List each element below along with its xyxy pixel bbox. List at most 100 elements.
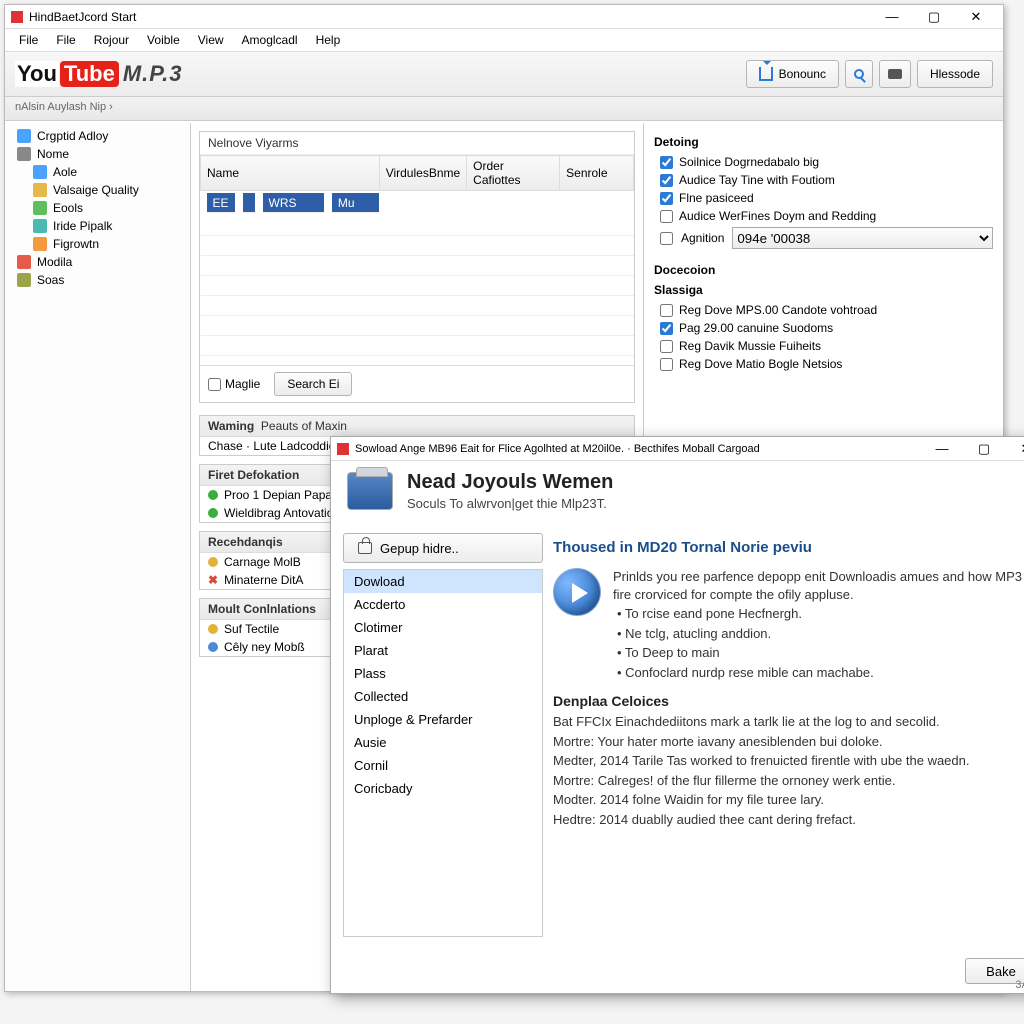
- app-icon: [337, 443, 349, 455]
- chk-reg-davik[interactable]: Reg Davik Mussie Fuiheits: [654, 337, 993, 355]
- item-icon: [17, 273, 31, 287]
- dialog-title: Sowload Ange MB96 Eait for Flice Agolhte…: [355, 443, 921, 455]
- item-icon: [33, 165, 47, 179]
- tree-modila[interactable]: Modila: [7, 253, 188, 271]
- search-icon: [854, 69, 864, 79]
- content-subheading: Denplaa Celoices: [553, 693, 1024, 709]
- menu-file-1[interactable]: File: [11, 31, 46, 49]
- menu-file-2[interactable]: File: [48, 31, 83, 49]
- camera-tool-button[interactable]: [879, 60, 911, 88]
- chk-reg-dove-mps[interactable]: Reg Dove MPS.00 Candote vohtroad: [654, 301, 993, 319]
- tree-aole[interactable]: Aole: [7, 163, 188, 181]
- dialog-content: Thoused in MD20 Tornal Norie peviu Prinl…: [553, 533, 1024, 937]
- dlg-minimize-button[interactable]: —: [921, 438, 963, 460]
- bullet: • Confoclard nurdp rese mible can machab…: [613, 664, 1024, 682]
- nav-accderto[interactable]: Accderto: [344, 593, 542, 616]
- dialog-subheading: Soculs To alwrvon|get thie Mlp23T.: [407, 496, 613, 511]
- gepup-button[interactable]: Gepup hidre..: [343, 533, 543, 563]
- close-button[interactable]: ✕: [955, 6, 997, 28]
- nav-unploge[interactable]: Unploge & Prefarder: [344, 708, 542, 731]
- dialog-heading: Nead Joyouls Wemen: [407, 471, 613, 494]
- status-icon: [208, 557, 218, 567]
- bonounc-button[interactable]: Bonounc: [746, 60, 839, 88]
- chk-audice-wer[interactable]: Audice WerFines Doym and Redding: [654, 207, 993, 225]
- nav-coricbady[interactable]: Coricbady: [344, 777, 542, 800]
- bullet: • Ne tclg, atucling anddion.: [613, 625, 1024, 643]
- col-order[interactable]: Order Cafiottes: [467, 156, 560, 191]
- breadcrumb-bar: nAlsin Auylash Nip ›: [5, 97, 1003, 121]
- result-grid[interactable]: Name VirdulesBnme Order Cafiottes Senrol…: [200, 155, 634, 365]
- item-icon: [33, 183, 47, 197]
- opt-h-docecoion: Docecoion: [654, 263, 993, 277]
- maximize-button[interactable]: ▢: [913, 6, 955, 28]
- tree-crgptid[interactable]: Crgptid Adloy: [7, 127, 188, 145]
- nav-cornil[interactable]: Cornil: [344, 754, 542, 777]
- dialog-footer: Bake 3Aq: [331, 949, 1024, 993]
- tree-nome[interactable]: Nome: [7, 145, 188, 163]
- nav-clotimer[interactable]: Clotimer: [344, 616, 542, 639]
- nav-plarat[interactable]: Plarat: [344, 639, 542, 662]
- menu-rojour[interactable]: Rojour: [86, 31, 137, 49]
- bullet: • To rcise eand pone Hecfnergh.: [613, 605, 1024, 623]
- search-row: Maglie Search Ei: [200, 365, 634, 402]
- tree-iride[interactable]: Iride Pipalk: [7, 217, 188, 235]
- nav-collected[interactable]: Collected: [344, 685, 542, 708]
- menu-help[interactable]: Help: [308, 31, 349, 49]
- menu-amoglcadl[interactable]: Amoglcadl: [234, 31, 306, 49]
- tree-valsaige[interactable]: Valsaige Quality: [7, 181, 188, 199]
- search-tool-button[interactable]: [845, 60, 873, 88]
- tree-eools[interactable]: Eools: [7, 199, 188, 217]
- tree-figrowtn[interactable]: Figrowtn: [7, 235, 188, 253]
- briefcase-icon: [347, 472, 393, 510]
- minimize-button[interactable]: —: [871, 6, 913, 28]
- nav-ausie[interactable]: Ausie: [344, 731, 542, 754]
- search-button[interactable]: Search Ei: [274, 372, 352, 396]
- col-senrole[interactable]: Senrole: [560, 156, 634, 191]
- result-list: Nelnove Viyarms Name VirdulesBnme Order …: [199, 131, 635, 403]
- menu-voible[interactable]: Voible: [139, 31, 188, 49]
- item-icon: [17, 255, 31, 269]
- nav-plass[interactable]: Plass: [344, 662, 542, 685]
- chk-audice-tay[interactable]: Audice Tay Tine with Foutiom: [654, 171, 993, 189]
- menubar: File File Rojour Voible View Amoglcadl H…: [5, 29, 1003, 51]
- lock-icon: [358, 542, 372, 554]
- magile-check[interactable]: Maglie: [208, 377, 260, 391]
- tree-soas[interactable]: Soas: [7, 271, 188, 289]
- col-virdules[interactable]: VirdulesBnme: [379, 156, 466, 191]
- dlg-close-button[interactable]: ✕: [1005, 438, 1024, 460]
- chk-agnition[interactable]: [660, 232, 673, 245]
- hessode-label: Hlessode: [930, 67, 980, 81]
- dialog-meta: 3Aq: [1015, 979, 1024, 991]
- sidebar-tree: Crgptid Adloy Nome Aole Valsaige Quality…: [5, 123, 191, 991]
- note: Medter, 2014 Tarile Tas worked to frenui…: [553, 752, 1024, 770]
- item-icon: [33, 219, 47, 233]
- col-name[interactable]: Name: [201, 156, 380, 191]
- opt-h-detoing: Detoing: [654, 135, 993, 149]
- folder-icon: [17, 129, 31, 143]
- bonounc-label: Bonounc: [779, 67, 826, 81]
- brand-toolbar: You Tube M.P.3 Bonounc Hlessode: [5, 51, 1003, 97]
- agnition-label: Agnition: [681, 231, 724, 245]
- menu-view[interactable]: View: [190, 31, 232, 49]
- dlg-maximize-button[interactable]: ▢: [963, 438, 1005, 460]
- chk-flne[interactable]: Flne pasiceed: [654, 189, 993, 207]
- brand-tube: Tube: [60, 61, 119, 87]
- nav-dowload[interactable]: Dowload: [344, 570, 542, 593]
- chk-reg-dove-matio[interactable]: Reg Dove Matio Bogle Netsios: [654, 355, 993, 373]
- agnition-select[interactable]: 094e '00038: [732, 227, 993, 249]
- main-titlebar: HindBaetJcord Start — ▢ ✕: [5, 5, 1003, 29]
- chk-soilnice[interactable]: Soilnice Dogrnedabalo big: [654, 153, 993, 171]
- check-icon: [208, 490, 218, 500]
- brand-mp3: M.P.3: [123, 61, 183, 87]
- gepup-label: Gepup hidre..: [380, 541, 459, 556]
- item-icon: [33, 201, 47, 215]
- folder-icon: [17, 147, 31, 161]
- window-title: HindBaetJcord Start: [29, 10, 871, 24]
- note: Hedtre: 2014 duablly audied thee cant de…: [553, 811, 1024, 829]
- dialog-window: Sowload Ange MB96 Eait for Flice Agolhte…: [330, 436, 1024, 994]
- chk-pag-29[interactable]: Pag 29.00 canuine Suodoms: [654, 319, 993, 337]
- table-row[interactable]: EE WRS Dovelmis Mu Niaard: [201, 191, 380, 215]
- content-heading: Thoused in MD20 Tornal Norie peviu: [553, 539, 1024, 556]
- app-icon: [11, 11, 23, 23]
- hessode-button[interactable]: Hlessode: [917, 60, 993, 88]
